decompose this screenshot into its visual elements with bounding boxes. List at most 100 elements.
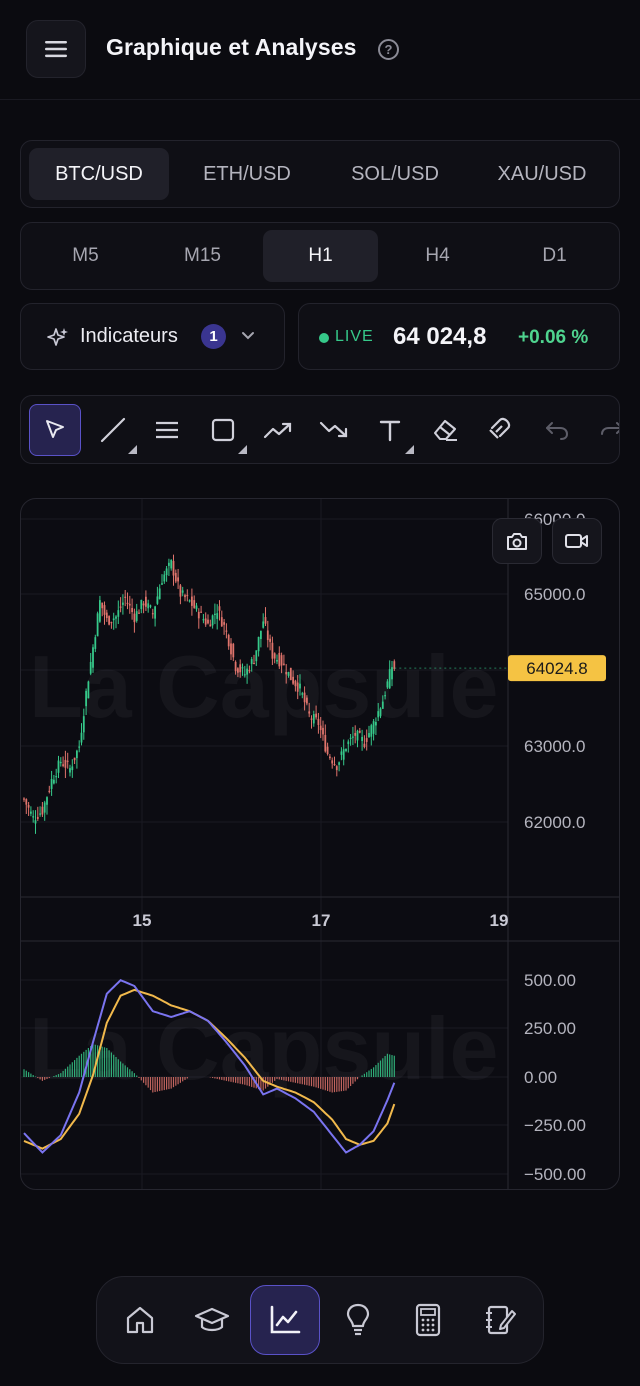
candle-body [230,643,232,655]
candle-body [227,635,230,647]
rectangle-tool[interactable] [197,404,249,456]
candle-body [64,759,67,768]
candle-body [342,749,345,760]
chevron-down-icon [242,332,254,340]
candle-body [108,616,110,625]
candle-body [53,779,55,784]
cursor-tool[interactable] [29,404,81,456]
tab-d1[interactable]: D1 [497,230,612,282]
candle-body [161,583,163,585]
nav-learn[interactable] [177,1285,247,1355]
tab-h1[interactable]: H1 [263,230,378,282]
candle-body [23,798,25,800]
nav-journal[interactable] [465,1285,535,1355]
candle-body [372,721,375,734]
lightbulb-icon [346,1303,370,1336]
candle-body [36,816,39,819]
candle-body [260,630,262,640]
candle-body [103,605,106,615]
tab-sol-usd[interactable]: SOL/USD [325,148,465,200]
candle-body [356,730,359,741]
tab-m5[interactable]: M5 [28,230,143,282]
menu-button[interactable] [26,20,86,78]
candle-body [335,766,338,771]
text-tool[interactable] [364,404,416,456]
live-price: 64 024,8 [393,323,487,350]
tab-btc-usd[interactable]: BTC/USD [29,148,169,200]
candle-body [296,682,299,692]
candle-body [241,667,244,669]
candle-body [384,695,386,697]
tab-h4[interactable]: H4 [380,230,495,282]
candle-body [255,650,258,662]
candle-body [310,718,313,720]
candle-body [333,763,336,766]
screenshot-button[interactable] [492,518,542,564]
eraser-tool[interactable] [419,404,471,456]
tab-xau-usd[interactable]: XAU/USD [472,148,612,200]
candle-body [345,748,347,751]
candle-body [172,560,175,576]
candle-body [214,613,216,616]
candle-body [133,613,136,623]
eraser-icon [433,419,457,442]
candle-body [262,621,265,628]
candle-body [239,664,242,673]
magnet-tool[interactable] [474,404,526,456]
price-axis-label: 65000.0 [524,585,585,604]
candle-body [273,653,276,659]
nav-calculator[interactable] [393,1285,463,1355]
redo-tool[interactable] [586,404,619,456]
price-chart[interactable]: La Capsule La Capsule 66000.065000.06300… [21,499,620,1190]
help-icon[interactable]: ? [378,39,399,60]
candle-body [381,701,384,709]
chart-panel[interactable]: La Capsule La Capsule 66000.065000.06300… [20,498,620,1190]
candle-body [73,757,76,761]
candle-body [391,667,393,680]
candle-body [280,655,283,666]
candle-body [331,760,334,764]
indicators-dropdown[interactable]: Indicateurs 1 [20,303,285,370]
record-button[interactable] [552,518,602,564]
camera-icon [507,533,527,550]
candle-body [365,738,368,742]
candle-body [278,652,281,667]
graduation-cap-icon [194,1307,230,1332]
candle-body [122,602,124,605]
horizontal-lines-icon [156,421,178,439]
tab-m15[interactable]: M15 [145,230,260,282]
price-axis-label: 63000.0 [524,737,585,756]
candle-body [184,595,186,598]
down-trend-tool[interactable] [308,404,360,456]
horizontal-lines-tool[interactable] [141,404,193,456]
live-price-panel: LIVE 64 024,8 +0.06 % [298,303,620,370]
candle-body [138,612,140,614]
nav-ideas[interactable] [323,1285,393,1355]
candle-body [43,802,46,813]
trend-line-tool[interactable] [87,404,139,456]
candle-body [264,617,267,624]
magnet-icon [489,417,511,439]
candle-body [294,680,297,687]
undo-tool[interactable] [531,404,583,456]
candle-body [48,790,51,793]
candle-body [386,681,389,688]
candle-body [269,638,271,642]
candle-body [145,596,147,607]
candle-body [195,605,198,610]
nav-home[interactable] [105,1285,175,1355]
candle-body [87,681,90,699]
candle-body [147,603,150,609]
nav-chart[interactable] [250,1285,320,1355]
candle-body [119,606,122,608]
candle-body [66,760,69,762]
tab-eth-usd[interactable]: ETH/USD [177,148,317,200]
candle-body [308,711,311,714]
candle-body [82,716,85,733]
candle-body [34,820,37,824]
candle-body [30,811,32,814]
candle-body [154,606,156,619]
candle-body [246,668,248,675]
up-trend-tool[interactable] [252,404,304,456]
time-axis-label: 19 [490,911,509,930]
